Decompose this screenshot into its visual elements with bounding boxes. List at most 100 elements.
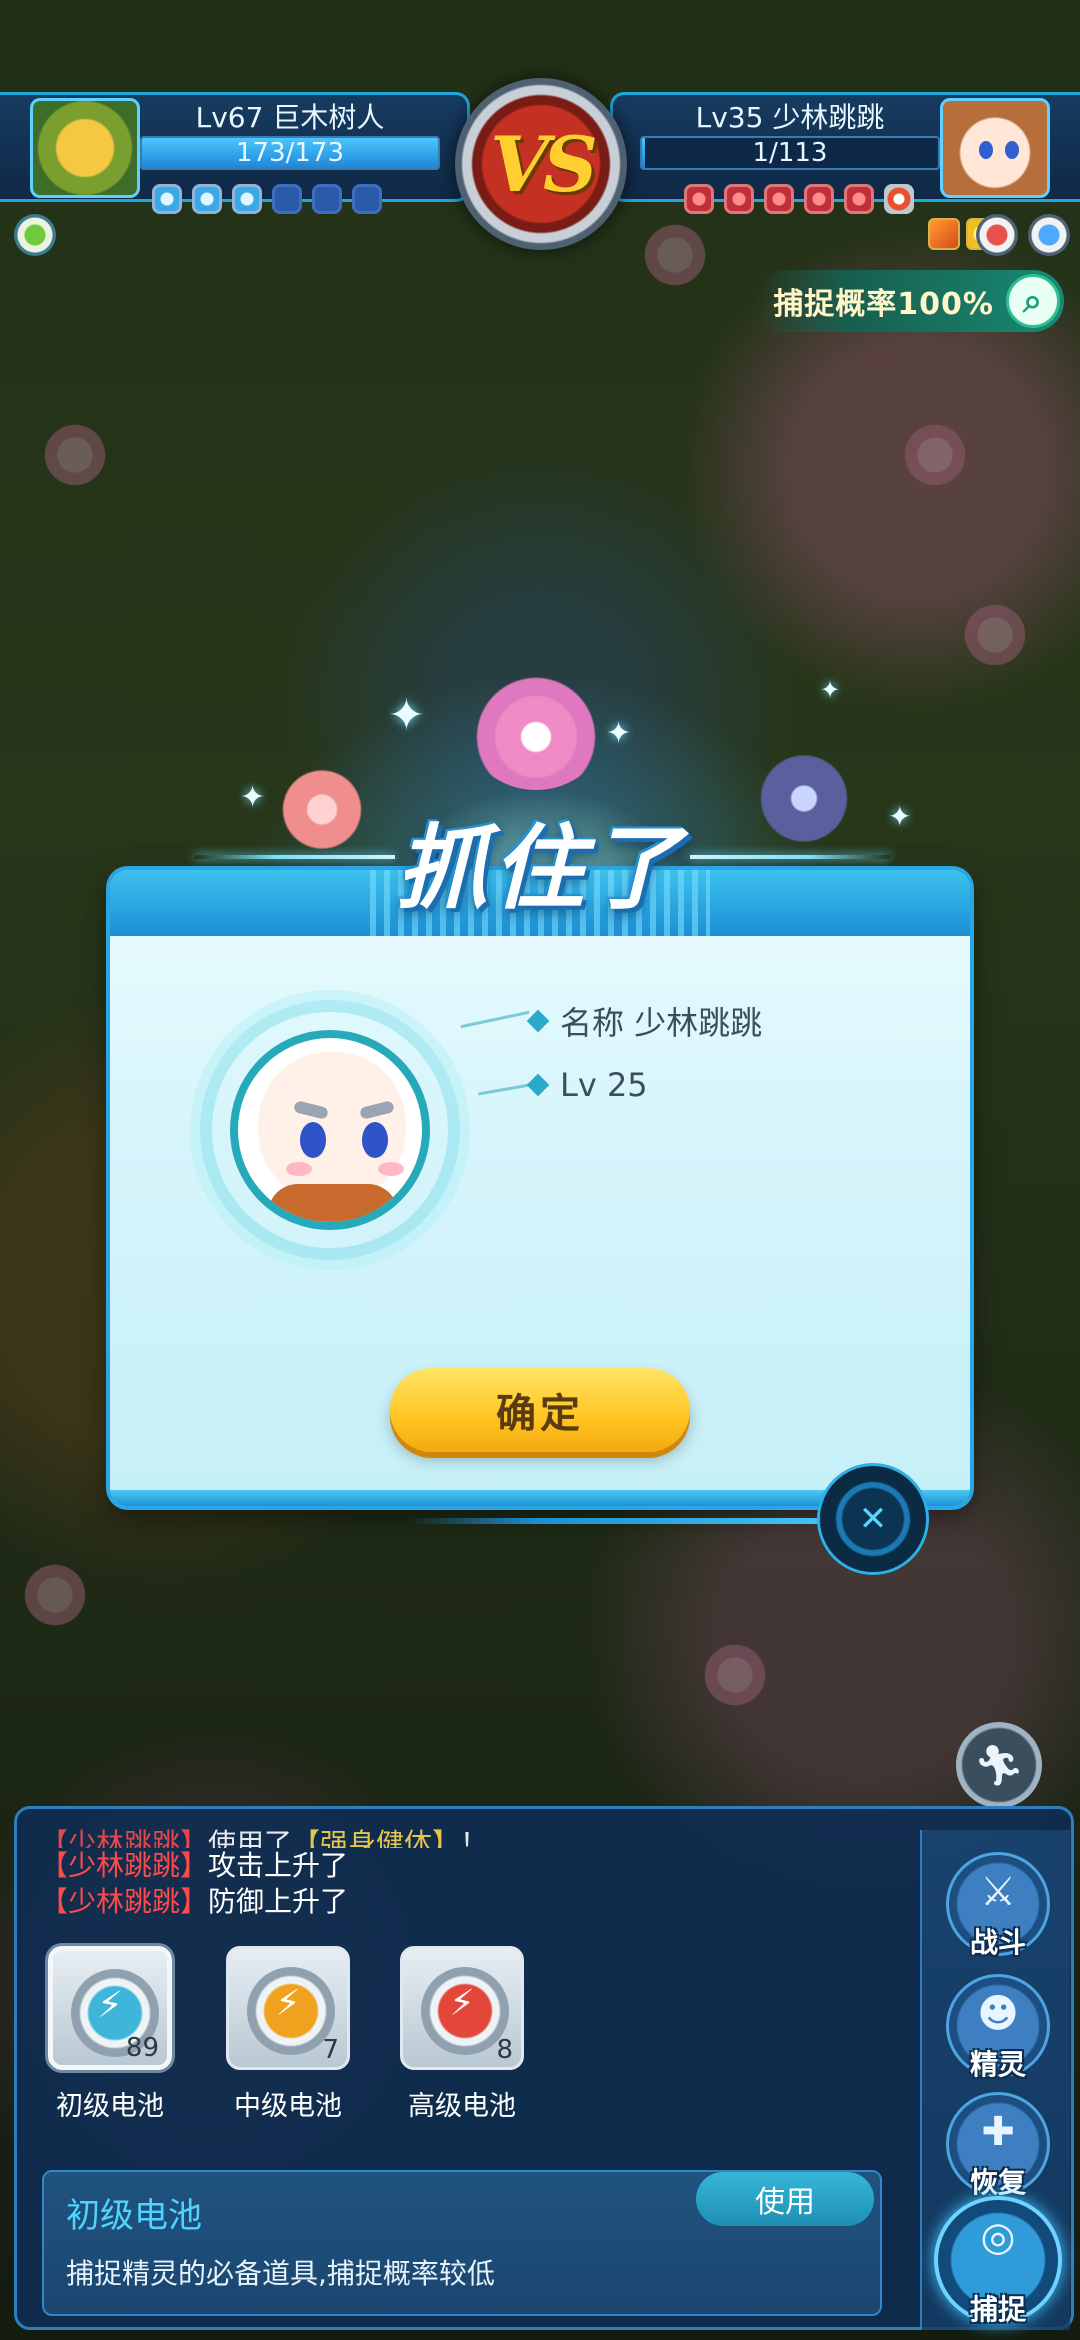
- blossom-decoration: [40, 420, 110, 490]
- team-slot-icon: [764, 184, 794, 214]
- blossom-decoration: [20, 1560, 90, 1630]
- enemy-eye: [1005, 141, 1019, 159]
- log-text: 使用了: [208, 1827, 293, 1848]
- captured-pet-avatar: [230, 1030, 430, 1230]
- item-count: 7: [322, 2035, 339, 2065]
- team-slot-icon: [352, 184, 382, 214]
- log-line: 【少林跳跳】使用了【强身健体】！: [40, 1826, 880, 1848]
- pet-name-row: 名称 少林跳跳: [526, 998, 763, 1044]
- water-type-icon: [1028, 214, 1070, 256]
- fight-button[interactable]: ⚔ 战斗: [946, 1852, 1050, 1959]
- pet-level-text: Lv 25: [560, 1066, 648, 1104]
- log-actor: 【少林跳跳】: [40, 1849, 209, 1882]
- team-slot-icon: [804, 184, 834, 214]
- log-line: 【少林跳跳】防御上升了: [40, 1884, 880, 1920]
- capture-rate-badge: 捕捉概率100% ⌕: [754, 270, 1064, 332]
- pet-face: [258, 1052, 406, 1202]
- item-label: 初级电池: [56, 2091, 164, 2122]
- close-line-decoration: [410, 1518, 830, 1524]
- recover-button[interactable]: ✚ 恢复: [946, 2092, 1050, 2199]
- enemy-portrait[interactable]: [940, 98, 1050, 198]
- enemy-name: Lv35 少林跳跳: [695, 101, 885, 134]
- team-slot-icon: [724, 184, 754, 214]
- action-label: 恢复: [969, 2166, 1026, 2199]
- enemy-hp-text: 1/113: [752, 138, 828, 168]
- enemy-eye: [979, 141, 993, 159]
- close-icon: ✕: [858, 1499, 888, 1539]
- vs-badge: VS: [455, 78, 627, 250]
- log-text: 攻击上升了: [208, 1849, 349, 1882]
- blossom-decoration: [900, 420, 970, 490]
- item-count: 89: [125, 2033, 159, 2063]
- pet-icon: ☻: [977, 1991, 1019, 2037]
- potion-icon: ✚: [981, 2109, 1015, 2155]
- team-slot-icon: [272, 184, 302, 214]
- sparkle-icon: ✦: [606, 716, 632, 751]
- capture-icon: ◎: [980, 2214, 1016, 2260]
- team-slot-icon: [232, 184, 262, 214]
- use-item-button[interactable]: 使用: [696, 2172, 874, 2226]
- attack-buff-icon: [928, 218, 960, 250]
- pet-blush: [378, 1162, 404, 1176]
- lightning-icon: ⚡︎: [97, 1985, 123, 2026]
- leaf-type-icon: [14, 214, 56, 256]
- pet-name-text: 名称 少林跳跳: [560, 1004, 763, 1042]
- dragon-pet-icon: [744, 738, 864, 848]
- item-description-title: 初级电池: [66, 2196, 202, 2236]
- sword-icon: ⚔: [980, 1869, 1016, 1915]
- pink-pet-icon: [468, 672, 604, 790]
- log-skill: 【强身健体】: [292, 1827, 461, 1848]
- item-description-text: 捕捉精灵的必备道具,捕捉概率较低: [66, 2257, 495, 2290]
- player-team-pips: [152, 184, 382, 214]
- lightning-icon: ⚡︎: [275, 1983, 301, 2024]
- action-label: 战斗: [969, 1926, 1026, 1959]
- pet-brow: [359, 1100, 395, 1120]
- pet-eye: [300, 1122, 326, 1158]
- sparkle-icon: ✦: [888, 800, 912, 833]
- pet-blush: [286, 1162, 312, 1176]
- pet-robe: [268, 1184, 398, 1222]
- team-slot-icon: [884, 184, 914, 214]
- diamond-icon: [526, 1073, 550, 1097]
- pets-button[interactable]: ☻ 精灵: [946, 1974, 1050, 2081]
- log-line: 【少林跳跳】攻击上升了: [40, 1848, 880, 1884]
- player-portrait[interactable]: [30, 98, 140, 198]
- enemy-team-pips: [684, 184, 914, 214]
- item-label: 中级电池: [234, 2091, 342, 2122]
- connector-line: [478, 1083, 530, 1096]
- pet-level-row: Lv 25: [526, 1066, 648, 1104]
- confirm-button[interactable]: 确定: [390, 1368, 690, 1452]
- close-button[interactable]: ✕: [820, 1466, 926, 1572]
- run-icon: 🏃︎: [973, 1742, 1025, 1789]
- battle-log[interactable]: 【少林跳跳】使用了【强身健体】！ 【少林跳跳】攻击上升了 【少林跳跳】防御上升了: [40, 1826, 880, 1920]
- blossom-decoration: [960, 600, 1030, 670]
- action-label: 捕捉: [969, 2293, 1026, 2326]
- item-count: 8: [496, 2035, 513, 2065]
- battery-item-medium[interactable]: ⚡︎ 7: [226, 1946, 350, 2070]
- capture-rate-text: 捕捉概率100%: [773, 287, 994, 322]
- lightning-icon: ⚡︎: [449, 1983, 475, 2024]
- sparkle-icon: ✦: [240, 780, 266, 815]
- capture-button[interactable]: ◎ 捕捉: [934, 2196, 1062, 2326]
- pet-brow: [293, 1100, 329, 1120]
- log-text: 防御上升了: [208, 1885, 349, 1918]
- run-away-button[interactable]: 🏃︎: [956, 1722, 1042, 1808]
- pet-eye: [362, 1122, 388, 1158]
- player-hp-bar: 173/173: [140, 136, 440, 170]
- team-slot-icon: [312, 184, 342, 214]
- team-slot-icon: [684, 184, 714, 214]
- battery-item-advanced[interactable]: ⚡︎ 8: [400, 1946, 524, 2070]
- battery-item-basic[interactable]: ⚡︎ 89: [48, 1946, 172, 2070]
- fist-type-icon: [976, 214, 1018, 256]
- team-slot-icon: [192, 184, 222, 214]
- log-tail: ！: [460, 1827, 489, 1848]
- connector-line: [460, 1010, 530, 1029]
- player-name: Lv67 巨木树人: [195, 101, 385, 134]
- log-actor: 【少林跳跳】: [40, 1885, 209, 1918]
- vs-label: VS: [490, 119, 598, 209]
- player-hp-text: 173/173: [235, 138, 344, 168]
- net-icon: ⌕: [1006, 274, 1060, 328]
- enemy-hp-bar: 1/113: [640, 136, 940, 170]
- team-slot-icon: [152, 184, 182, 214]
- diamond-icon: [526, 1009, 550, 1033]
